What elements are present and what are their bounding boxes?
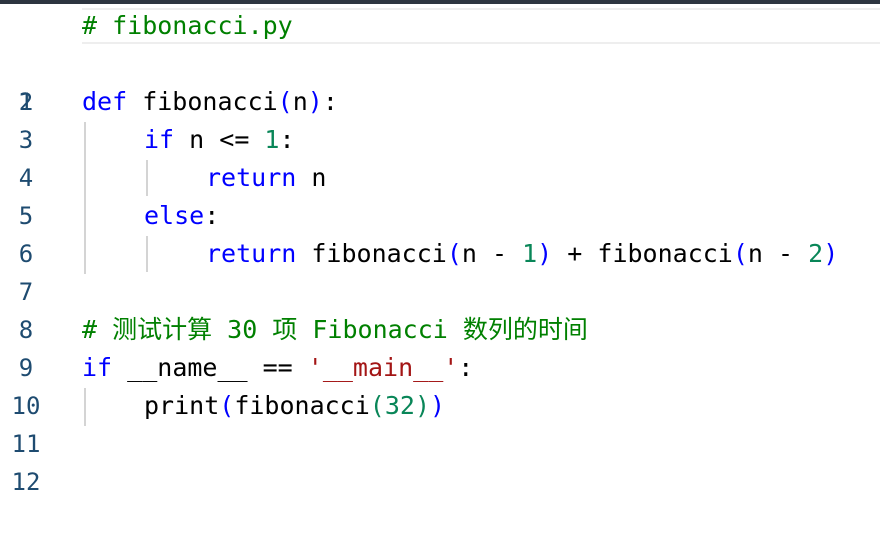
code-line-9[interactable]: 9 # 测试计算 30 项 Fibonacci 数列的时间	[0, 311, 880, 382]
code-line-10[interactable]: 10 if __name__ == '__main__':	[0, 349, 880, 420]
string-token: '__main__'	[307, 353, 459, 382]
paren-token: )	[414, 391, 431, 420]
code-line-1[interactable]: 1 # fibonacci.py	[0, 7, 880, 116]
paren-token: (	[277, 87, 293, 116]
keyword-token: return	[206, 163, 297, 192]
code-line-4[interactable]: 4 if n <= 1:	[0, 121, 880, 192]
expr-token: n -	[461, 239, 523, 268]
keyword-token: return	[206, 239, 297, 268]
colon-token: :	[279, 125, 295, 154]
line-number: 12	[11, 468, 41, 496]
comment-token: # fibonacci.py	[82, 11, 293, 40]
paren-token: (	[369, 391, 385, 420]
paren-token: (	[446, 239, 462, 268]
identifier-token: n	[296, 163, 327, 192]
number-token: 1	[264, 125, 280, 154]
paren-token: )	[307, 87, 323, 116]
colon-token: :	[204, 201, 220, 230]
code-line-7[interactable]: 7 return fibonacci(n - 1) + fibonacci(n …	[0, 235, 880, 306]
code-line-3[interactable]: 3 def fibonacci(n):	[0, 83, 880, 154]
expr-token: n -	[747, 239, 809, 268]
code-line-8[interactable]: 8	[0, 273, 880, 344]
paren-token: (	[219, 391, 235, 420]
keyword-token: if	[144, 125, 175, 154]
paren-token: (	[732, 239, 748, 268]
param-token: n	[292, 87, 308, 116]
code-line-11[interactable]: 11 print(fibonacci(32))	[0, 387, 880, 458]
comment-token: # 测试计算 30 项 Fibonacci 数列的时间	[82, 315, 588, 344]
keyword-token: else	[144, 201, 205, 230]
paren-token: )	[430, 391, 446, 420]
code-line-6[interactable]: 6 else:	[0, 197, 880, 268]
expr-token: __name__ ==	[112, 353, 308, 382]
number-token: 1	[522, 239, 538, 268]
keyword-token: if	[82, 353, 113, 382]
expr-token: n <=	[174, 125, 265, 154]
expr-token: + fibonacci	[552, 239, 733, 268]
paren-token: )	[823, 239, 839, 268]
colon-token: :	[322, 87, 338, 116]
code-line-5[interactable]: 5 return n	[0, 159, 880, 230]
code-line-12[interactable]: 12	[0, 425, 880, 496]
paren-token: )	[537, 239, 553, 268]
number-token: 32	[384, 391, 415, 420]
identifier-token: fibonacci	[234, 391, 370, 420]
identifier-token: fibonacci	[296, 239, 447, 268]
number-token: 2	[808, 239, 824, 268]
function-token: print	[144, 391, 220, 420]
keyword-token: def	[82, 87, 128, 116]
identifier-token: fibonacci	[127, 87, 278, 116]
colon-token: :	[458, 353, 474, 382]
code-editor[interactable]: 1 # fibonacci.py 2 3 def fibonacci(n): 4…	[0, 4, 880, 496]
code-line-2[interactable]: 2	[0, 45, 880, 116]
